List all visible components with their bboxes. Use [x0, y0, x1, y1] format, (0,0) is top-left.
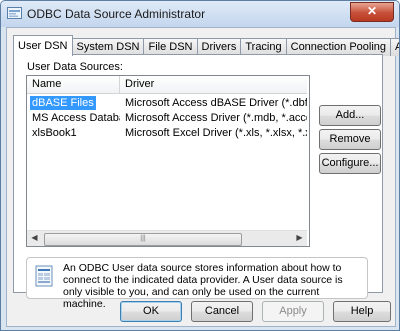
row-name: xlsBook1 — [32, 127, 77, 139]
data-sources-list[interactable]: Name Driver dBASE Files Microsoft Access… — [26, 75, 310, 247]
add-button-label: Add... — [335, 109, 365, 121]
odbc-app-icon — [7, 7, 22, 19]
title-bar[interactable]: ODBC Data Source Administrator ✕ — [1, 1, 399, 27]
row-driver: Microsoft Access Driver (*.mdb, *.accdb) — [125, 112, 307, 124]
add-button[interactable]: Add... — [319, 105, 381, 126]
row-name: dBASE Files — [30, 96, 96, 110]
row-name: MS Access Database — [32, 112, 120, 124]
remove-button[interactable]: Remove — [319, 129, 381, 150]
row-driver: Microsoft Excel Driver (*.xls, *.xlsx, *… — [125, 127, 307, 139]
scroll-thumb[interactable]: ||| — [44, 233, 242, 246]
apply-button[interactable]: Apply — [262, 301, 324, 322]
help-button-label: Help — [350, 305, 374, 317]
close-icon: ✕ — [366, 4, 378, 18]
row-driver: Microsoft Access dBASE Driver (*.dbf, *.… — [125, 97, 307, 109]
window-title: ODBC Data Source Administrator — [27, 7, 206, 21]
data-source-info-icon — [35, 265, 53, 287]
cancel-button[interactable]: Cancel — [191, 301, 253, 322]
list-row-dbase[interactable]: dBASE Files Microsoft Access dBASE Drive… — [27, 96, 307, 110]
configure-button[interactable]: Configure... — [319, 153, 381, 174]
ok-button[interactable]: OK — [120, 301, 182, 322]
tab-user-dsn[interactable]: User DSN — [13, 35, 73, 56]
list-header: Name Driver — [27, 76, 307, 94]
ok-button-label: OK — [143, 305, 159, 317]
horizontal-scrollbar[interactable]: ◀ ||| ▶ — [27, 230, 307, 246]
user-dsn-panel: User Data Sources: Name Driver dBASE Fil… — [13, 54, 383, 310]
apply-button-label: Apply — [279, 305, 307, 317]
cancel-button-label: Cancel — [204, 305, 240, 317]
tab-about[interactable]: About — [390, 38, 399, 56]
list-row-xlsbook1[interactable]: xlsBook1 Microsoft Excel Driver (*.xls, … — [27, 126, 307, 140]
user-data-sources-label: User Data Sources: — [27, 61, 123, 73]
scroll-left-icon[interactable]: ◀ — [27, 231, 42, 246]
scroll-right-icon[interactable]: ▶ — [292, 231, 307, 246]
help-button[interactable]: Help — [333, 301, 391, 322]
dialog-body: User DSN System DSN File DSN Drivers Tra… — [6, 27, 399, 327]
dialog-buttons: OK Cancel Apply Help — [7, 293, 395, 326]
close-button[interactable]: ✕ — [350, 2, 394, 22]
column-header-name[interactable]: Name — [27, 76, 120, 93]
list-row-ms-access[interactable]: MS Access Database Microsoft Access Driv… — [27, 111, 307, 125]
remove-button-label: Remove — [329, 133, 371, 145]
column-header-driver[interactable]: Driver — [120, 76, 307, 93]
configure-button-label: Configure... — [321, 157, 379, 169]
tab-strip: User DSN System DSN File DSN Drivers Tra… — [13, 35, 399, 56]
odbc-window: ODBC Data Source Administrator ✕ User DS… — [0, 0, 400, 331]
